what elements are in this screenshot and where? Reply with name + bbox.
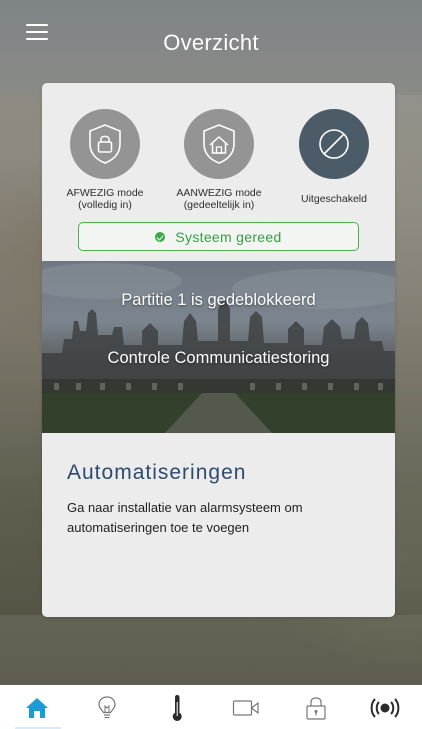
communication-error-text: Controle Communicatiestoring — [107, 349, 330, 367]
tab-lights[interactable] — [87, 693, 127, 723]
background-shade-right — [394, 95, 422, 615]
mode-home-button[interactable]: AANWEZIG mode (gedeeltelijk in) — [169, 109, 269, 211]
system-status-text: Systeem gereed — [175, 228, 282, 245]
tab-alarm[interactable] — [365, 693, 405, 723]
shield-home-icon — [184, 109, 254, 179]
overview-card: AFWEZIG mode (volledig in) AANWEZIG mode… — [42, 83, 395, 617]
mode-disarmed-label: Uitgeschakeld — [301, 193, 367, 205]
background-shade-left — [0, 95, 42, 615]
tab-cameras[interactable] — [226, 693, 266, 723]
mode-away-button[interactable]: AFWEZIG mode (volledig in) — [55, 109, 155, 211]
tab-climate[interactable] — [157, 693, 197, 723]
camera-icon — [232, 700, 259, 716]
partition-banner[interactable]: Partitie 1 is gedeblokkeerd Controle Com… — [42, 261, 395, 433]
automations-title: Automatiseringen — [67, 461, 247, 484]
automations-description: Ga naar installatie van alarmsysteem om … — [67, 500, 303, 535]
tab-locks[interactable] — [296, 693, 336, 723]
lightbulb-icon — [98, 696, 116, 719]
mode-away-label: AFWEZIG mode (volledig in) — [66, 187, 144, 211]
home-icon — [26, 698, 48, 718]
alarm-signal-icon — [370, 698, 400, 718]
shield-lock-icon — [70, 109, 140, 179]
mode-disarmed-button[interactable]: Uitgeschakeld — [284, 109, 384, 205]
lock-icon — [306, 697, 326, 720]
check-circle-icon — [155, 231, 166, 242]
page-title: Overzicht — [163, 30, 259, 55]
mode-home-label: AANWEZIG mode (gedeeltelijk in) — [176, 187, 262, 211]
partition-status-text: Partitie 1 is gedeblokkeerd — [121, 291, 316, 309]
tab-home[interactable] — [17, 693, 57, 723]
bottom-tab-bar — [0, 685, 422, 729]
disabled-icon — [299, 109, 369, 179]
system-status-badge: Systeem gereed — [78, 222, 359, 251]
castle-image — [42, 263, 395, 433]
thermometer-icon — [172, 695, 182, 721]
